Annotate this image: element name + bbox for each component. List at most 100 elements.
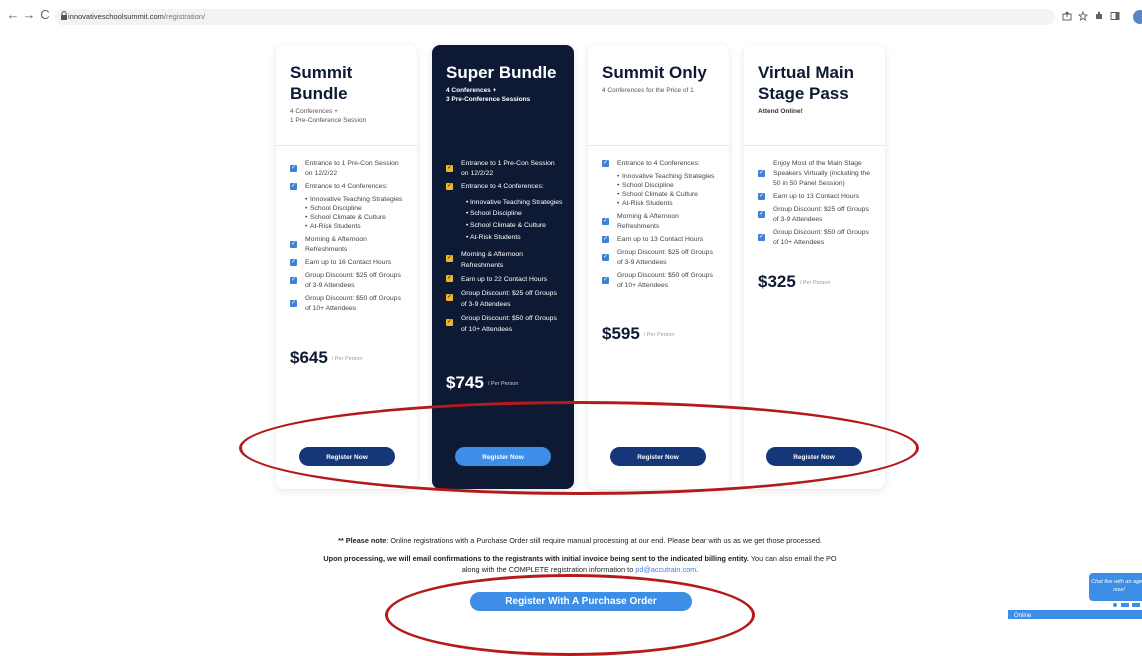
check-icon: ✓: [602, 277, 609, 284]
bullet-item: At-Risk Students: [446, 232, 564, 244]
price-unit: / Per Person: [331, 355, 363, 362]
card-divider: [588, 145, 729, 146]
feature-text: Entrance to 1 Pre-Con Session on 12/2/22: [305, 160, 399, 177]
check-icon: ✓: [602, 218, 609, 225]
url-host: innovativeschoolsummit.com: [68, 12, 164, 21]
check-icon: ✓: [290, 259, 297, 266]
feature-item: ✓ Group Discount: $50 off Groups of 10+ A…: [758, 228, 875, 248]
feature-item: ✓ Entrance to 4 Conferences:: [446, 182, 564, 192]
feature-item: ✓ Morning & Afternoon Refreshments: [446, 249, 564, 271]
feature-list: ✓ Entrance to 1 Pre-Con Session on 12/2/2…: [446, 159, 564, 338]
card-header: Summit Bundle 4 Conferences + 1 Pre-Conf…: [290, 62, 403, 125]
feature-text: Earn up to 13 Contact Hours: [773, 193, 860, 200]
feature-text: Entrance to 4 Conferences:: [617, 160, 700, 167]
note-line-2: Upon processing, we will email confirmat…: [250, 554, 910, 564]
check-icon: ✓: [602, 160, 609, 167]
feature-item: ✓ Group Discount: $50 off Groups of 10+ A…: [446, 313, 564, 335]
feature-list: ✓ Enjoy Most of the Main Stage Speakers V…: [758, 159, 875, 251]
price: $745/ Per Person: [446, 373, 518, 393]
card-title: Summit Bundle: [290, 63, 353, 103]
check-icon: ✓: [290, 241, 297, 248]
feature-item: ✓ Entrance to 1 Pre-Con Session on 12/2/2…: [446, 159, 564, 179]
price: $595/ Per Person: [602, 324, 674, 344]
feature-text: Group Discount: $50 off Groups of 10+ At…: [773, 229, 869, 246]
feature-text: Morning & Afternoon Refreshments: [617, 213, 679, 230]
star-icon[interactable]: [1078, 11, 1088, 21]
email-link[interactable]: pd@accutrain.com: [635, 565, 696, 574]
chat-status-bar[interactable]: Online: [1008, 610, 1142, 619]
bullet-item: School Climate & Culture: [290, 213, 407, 222]
feature-item: ✓ Earn up to 13 Contact Hours: [758, 192, 875, 202]
card-divider: [276, 145, 417, 146]
feature-list: ✓ Entrance to 4 Conferences: Innovative T…: [602, 159, 719, 294]
check-icon: ✓: [602, 236, 609, 243]
feature-text: Group Discount: $25 off Groups of 3-9 At…: [305, 272, 401, 289]
feature-text: Entrance to 1 Pre-Con Session on 12/2/22: [461, 160, 555, 177]
chat-bubble[interactable]: Chat live with an agent now!: [1089, 573, 1142, 601]
bullet-item: School Discipline: [602, 181, 719, 190]
feature-text: Group Discount: $50 off Groups of 10+ At…: [461, 315, 557, 333]
check-icon: ✓: [446, 294, 453, 301]
feature-item: ✓ Enjoy Most of the Main Stage Speakers V…: [758, 159, 875, 189]
check-icon: ✓: [446, 255, 453, 262]
card-divider: [744, 145, 885, 146]
feature-item: ✓ Group Discount: $50 off Groups of 10+ A…: [602, 271, 719, 291]
bullet-item: School Climate & Culture: [446, 220, 564, 232]
check-icon: ✓: [290, 277, 297, 284]
check-icon: ✓: [758, 234, 765, 241]
back-button[interactable]: ←: [6, 8, 20, 22]
feature-text: Morning & Afternoon Refreshments: [461, 251, 523, 269]
forward-button[interactable]: →: [22, 8, 36, 22]
feature-text: Earn up to 16 Contact Hours: [305, 259, 392, 266]
check-icon: ✓: [290, 300, 297, 307]
price-amount: $595: [602, 324, 640, 343]
note-text: : Online registrations with a Purchase O…: [386, 536, 822, 545]
note-bold: Upon processing, we will email confirmat…: [323, 554, 749, 563]
note-bold: ** Please note: [338, 536, 387, 545]
check-icon: ✓: [602, 254, 609, 261]
feature-item: ✓ Group Discount: $25 off Groups of 3-9 A…: [758, 205, 875, 225]
card-subtitle: 4 Conferences for the Price of 1: [602, 87, 694, 94]
reload-button[interactable]: C: [38, 8, 52, 22]
chat-typing-icon: [1113, 603, 1140, 607]
price: $645/ Per Person: [290, 348, 362, 368]
feature-text: Enjoy Most of the Main Stage Speakers Vi…: [773, 160, 870, 187]
check-icon: ✓: [446, 183, 453, 190]
feature-text: Group Discount: $25 off Groups of 3-9 At…: [461, 290, 557, 308]
share-icon[interactable]: [1062, 11, 1072, 21]
check-icon: ✓: [758, 211, 765, 218]
card-title: Summit Only: [602, 63, 707, 82]
feature-item: ✓ Group Discount: $25 off Groups of 3-9 A…: [602, 248, 719, 268]
feature-item: ✓ Entrance to 4 Conferences:: [290, 182, 407, 192]
bullet-item: At-Risk Students: [602, 199, 719, 208]
check-icon: ✓: [290, 165, 297, 172]
annotation-ellipse-po-button: [385, 574, 755, 656]
extensions-icon[interactable]: [1094, 11, 1104, 21]
bullet-item: Innovative Teaching Strategies: [446, 197, 564, 208]
feature-item: ✓ Group Discount: $25 off Groups of 3-9 A…: [290, 271, 407, 291]
check-icon: ✓: [446, 275, 453, 282]
bullet-item: School Discipline: [290, 204, 407, 213]
card-subtitle: 4 Conferences + 1 Pre-Conference Session: [290, 108, 367, 124]
annotation-ellipse-register-buttons: [239, 401, 919, 495]
card-header: Super Bundle 4 Conferences + 3 Pre-Confe…: [446, 62, 560, 104]
feature-item: ✓ Morning & Afternoon Refreshments: [290, 235, 407, 255]
feature-item: ✓ Earn up to 22 Contact Hours: [446, 274, 564, 285]
feature-text: Earn up to 13 Contact Hours: [617, 236, 704, 243]
profile-avatar[interactable]: [1133, 10, 1142, 24]
feature-text: Group Discount: $25 off Groups of 3-9 At…: [773, 206, 869, 223]
feature-item: ✓ Group Discount: $25 off Groups of 3-9 A…: [446, 288, 564, 310]
note-text: You can also email the PO: [748, 554, 837, 563]
price-unit: / Per Person: [799, 279, 831, 286]
feature-text: Group Discount: $50 off Groups of 10+ At…: [617, 272, 713, 289]
feature-text: Group Discount: $25 off Groups of 3-9 At…: [617, 249, 713, 266]
feature-item: ✓ Earn up to 16 Contact Hours: [290, 258, 407, 268]
bullet-item: Innovative Teaching Strategies: [290, 195, 407, 204]
feature-text: Entrance to 4 Conferences:: [461, 183, 544, 190]
side-panel-icon[interactable]: [1110, 11, 1120, 21]
feature-item: ✓ Entrance to 1 Pre-Con Session on 12/2/2…: [290, 159, 407, 179]
check-icon: ✓: [758, 170, 765, 177]
card-header: Virtual Main Stage Pass Attend Online!: [758, 62, 871, 117]
bullet-item: School Climate & Culture: [602, 190, 719, 199]
note-line-1: ** Please note: Online registrations wit…: [250, 536, 910, 546]
